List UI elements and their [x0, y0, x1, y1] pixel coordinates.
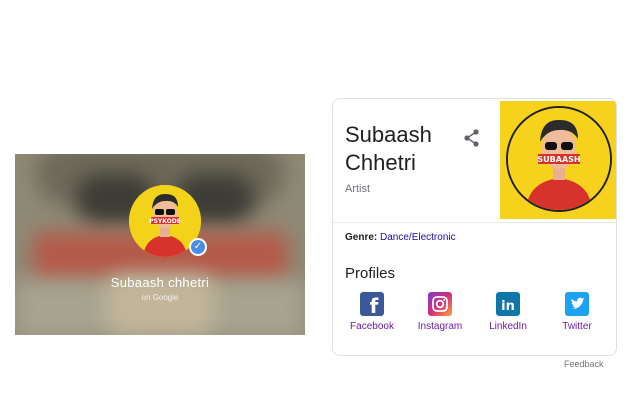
- svg-text:in: in: [501, 299, 515, 314]
- svg-text:PSYKODE: PSYKODE: [149, 218, 181, 225]
- facebook-icon: f: [360, 292, 384, 318]
- genre-row: Genre: Dance/Electronic: [345, 232, 456, 243]
- banner-name: Subaash chhetri: [110, 275, 210, 290]
- instagram-icon: [428, 292, 452, 316]
- profiles-heading: Profiles: [345, 265, 396, 282]
- profile-banner: PSYKODE ✓ Subaash chhetri on Google: [15, 154, 305, 335]
- profile-label: Twitter: [562, 321, 592, 332]
- banner-subtitle: on Google: [141, 293, 179, 302]
- share-button[interactable]: [461, 127, 483, 149]
- artist-image[interactable]: SUBAASH: [500, 101, 616, 219]
- profile-link-instagram[interactable]: Instagram: [405, 292, 475, 332]
- page: PSYKODE ✓ Subaash chhetri on Google Suba…: [0, 0, 640, 396]
- artist-image-frame: SUBAASH: [506, 106, 612, 212]
- svg-text:SUBAASH: SUBAASH: [537, 155, 580, 164]
- panel-subtitle: Artist: [345, 183, 371, 195]
- linkedin-icon: in: [496, 292, 520, 316]
- panel-title: Subaash Chhetri: [345, 121, 465, 177]
- person-illustration: SUBAASH: [508, 108, 610, 210]
- profile-link-twitter[interactable]: Twitter: [542, 292, 612, 332]
- panel-title-line: Chhetri: [345, 150, 416, 175]
- profile-link-linkedin[interactable]: in LinkedIn: [473, 292, 543, 332]
- panel-title-line: Subaash: [345, 122, 432, 147]
- profiles-list: f Facebook Instagram in LinkedIn Twitter: [333, 292, 616, 342]
- profile-label: Instagram: [417, 321, 463, 332]
- divider: [333, 222, 616, 223]
- check-icon: ✓: [193, 241, 203, 252]
- genre-link[interactable]: Dance/Electronic: [380, 232, 456, 243]
- feedback-link[interactable]: Feedback: [564, 359, 604, 369]
- verified-badge: ✓: [189, 238, 207, 256]
- profile-link-facebook[interactable]: f Facebook: [337, 292, 407, 332]
- share-icon: [464, 129, 479, 147]
- knowledge-panel: Subaash Chhetri Artist SUBAASH Genre: Da…: [332, 98, 617, 356]
- genre-label: Genre:: [345, 232, 378, 243]
- svg-text:f: f: [370, 294, 379, 316]
- twitter-icon: [565, 292, 589, 316]
- profile-label: Facebook: [350, 321, 394, 332]
- profile-label: LinkedIn: [489, 321, 527, 332]
